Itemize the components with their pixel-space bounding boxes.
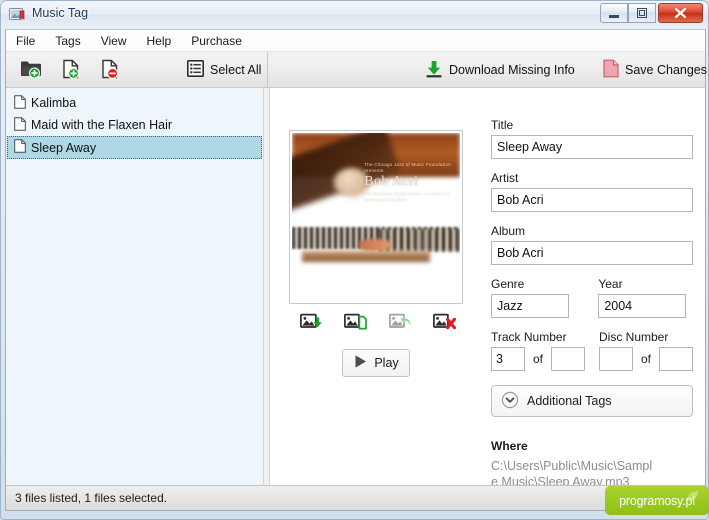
year-field-group: Year 2004 (598, 277, 693, 318)
genre-input[interactable]: Jazz (491, 294, 569, 318)
window-title: Music Tag (32, 6, 89, 20)
disc-number-separator: of (640, 352, 651, 366)
list-item-label: Kalimba (31, 96, 77, 110)
menu-item-tags[interactable]: Tags (45, 30, 90, 52)
genre-label: Genre (491, 277, 525, 291)
additional-tags-label: Additional Tags (527, 394, 612, 408)
file-add-icon (61, 59, 81, 82)
toolbar: Select All Download Missing Info Save Ch… (6, 52, 707, 88)
album-field-group: Album Bob Acri (491, 224, 693, 265)
menu-item-view[interactable]: View (91, 30, 137, 52)
restore-artwork-button[interactable] (387, 311, 413, 333)
where-label: Where (491, 439, 528, 453)
list-item-label: Sleep Away (31, 140, 97, 155)
file-remove-icon (100, 59, 120, 82)
list-item-label: Maid with the Flaxen Hair (31, 118, 173, 132)
save-file-icon (603, 59, 619, 81)
album-art-caption-top: The Chicago Jazz of Music Foundation pre… (364, 161, 451, 173)
list-item[interactable]: Maid with the Flaxen Hair (8, 114, 261, 136)
save-changes-label: Save Changes (625, 63, 708, 77)
list-item-selected[interactable]: Sleep Away (7, 136, 262, 159)
add-folder-button[interactable] (14, 56, 54, 84)
disc-number-label: Disc Number (598, 330, 669, 344)
year-input[interactable]: 2004 (598, 294, 687, 318)
additional-tags-button[interactable]: Additional Tags (491, 385, 693, 417)
artist-field-group: Artist Bob Acri (491, 171, 693, 212)
album-art-image: The Chicago Jazz of Music Foundation pre… (292, 133, 460, 301)
artist-input[interactable]: Bob Acri (491, 188, 693, 212)
client-area: File Tags View Help Purchase Select All … (5, 29, 709, 515)
album-art-frame[interactable]: The Chicago Jazz of Music Foundation pre… (289, 130, 463, 304)
list-icon (187, 60, 204, 80)
menu-item-purchase[interactable]: Purchase (181, 30, 252, 52)
minimize-button[interactable] (600, 3, 628, 23)
add-file-button[interactable] (55, 56, 93, 84)
menu-item-help[interactable]: Help (137, 30, 182, 52)
year-label: Year (598, 277, 623, 291)
menu-item-file[interactable]: File (6, 30, 45, 52)
album-label: Album (491, 224, 526, 238)
file-icon (14, 94, 26, 112)
album-art-actions (289, 310, 467, 334)
album-input[interactable]: Bob Acri (491, 241, 693, 265)
copy-artwork-button[interactable] (343, 311, 369, 333)
menu-bar: File Tags View Help Purchase (6, 30, 705, 52)
toolbar-right-group: Download Missing Info Save Changes (268, 52, 707, 87)
chevron-down-circle-icon (501, 391, 519, 412)
select-all-label: Select All (210, 63, 262, 77)
delete-artwork-button[interactable] (432, 311, 458, 333)
file-icon (14, 116, 26, 134)
artist-label: Artist (491, 171, 519, 185)
download-missing-info-button[interactable]: Download Missing Info (419, 56, 581, 84)
title-field-group: Title Sleep Away (491, 118, 693, 159)
download-icon (425, 60, 443, 81)
disc-number-group: Disc Number of (591, 330, 693, 371)
file-list[interactable]: Kalimba Maid with the Flaxen Hair Sleep … (6, 88, 263, 159)
track-disc-row: Track Number 3 of Disc Number of (491, 330, 693, 371)
tag-form: Title Sleep Away Artist Bob Acri Album B… (491, 118, 693, 490)
track-number-input[interactable]: 3 (491, 347, 525, 371)
app-icon (9, 7, 26, 23)
title-label: Title (491, 118, 514, 132)
download-missing-info-label: Download Missing Info (449, 63, 575, 77)
list-item[interactable]: Kalimba (8, 92, 261, 114)
watermark-badge: programosy.pl (605, 486, 709, 515)
title-input[interactable]: Sleep Away (491, 135, 693, 159)
track-number-label: Track Number (491, 330, 567, 344)
leaf-icon (687, 491, 698, 501)
file-icon (14, 139, 26, 156)
save-changes-button[interactable]: Save Changes (597, 56, 709, 84)
play-button[interactable]: Play (342, 349, 410, 377)
play-label: Play (374, 356, 399, 370)
genre-year-row: Genre Jazz Year 2004 (491, 277, 693, 318)
select-all-button[interactable]: Select All (181, 56, 267, 84)
status-text: 3 files listed, 1 files selected. (15, 491, 168, 505)
toolbar-left-group: Select All (6, 52, 267, 87)
file-list-panel: Kalimba Maid with the Flaxen Hair Sleep … (6, 88, 264, 485)
track-number-group: Track Number 3 of (491, 330, 591, 371)
remove-file-button[interactable] (94, 56, 132, 84)
folder-add-icon (20, 59, 42, 81)
disc-number-input[interactable] (598, 347, 633, 371)
download-artwork-button[interactable] (298, 311, 324, 333)
details-panel: The Chicago Jazz of Music Foundation pre… (271, 88, 705, 489)
close-button[interactable] (658, 3, 703, 23)
play-icon (353, 354, 368, 372)
track-number-separator: of (533, 352, 544, 366)
application-window: Music Tag File Tags View Help Purchase S… (0, 0, 709, 520)
disc-total-input[interactable] (659, 347, 693, 371)
title-bar[interactable]: Music Tag (1, 1, 708, 29)
panel-splitter[interactable] (264, 88, 270, 485)
genre-field-group: Genre Jazz (491, 277, 574, 318)
status-bar: 3 files listed, 1 files selected. progra… (6, 485, 709, 515)
album-art-title: Bob Acri (364, 173, 419, 189)
album-art-caption-bottom: with Diane Delin, George Fludas, Lew Sol… (364, 190, 450, 202)
track-total-input[interactable] (551, 347, 586, 371)
maximize-button[interactable] (628, 3, 656, 23)
